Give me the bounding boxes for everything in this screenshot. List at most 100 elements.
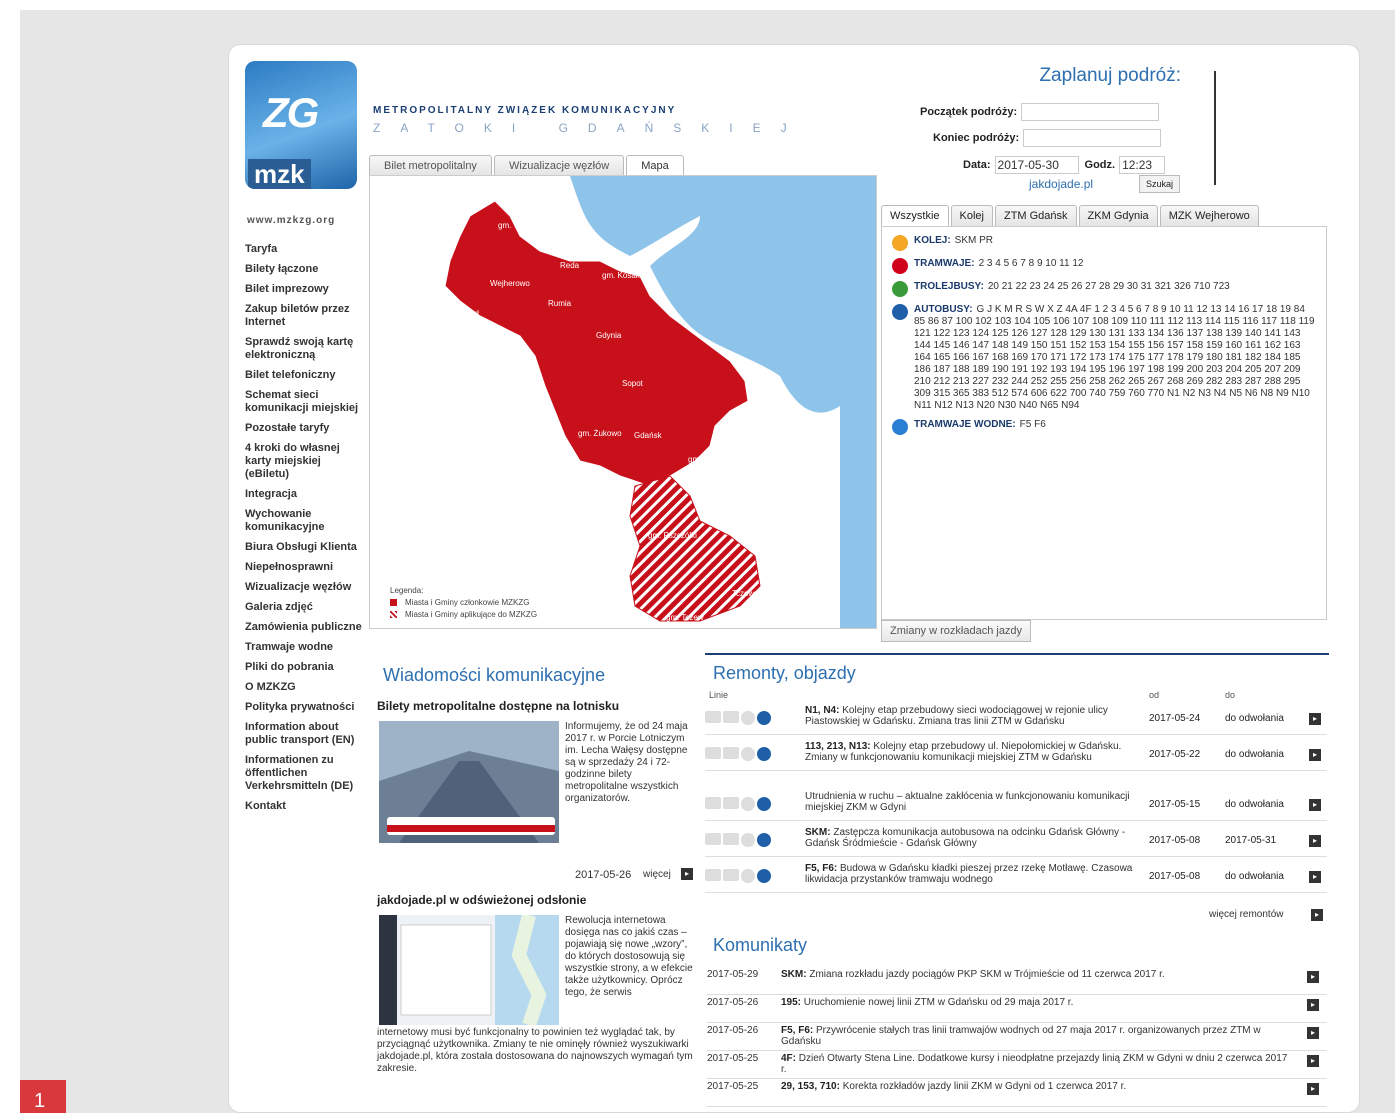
map-label[interactable]: gm. Pszczółki (648, 531, 697, 540)
nav-item[interactable]: Kontakt (245, 800, 365, 813)
nav-item[interactable]: Taryfa (245, 243, 365, 256)
nav-item[interactable]: Polityka prywatności (245, 701, 365, 714)
jakdojade-screenshot[interactable] (379, 913, 559, 1028)
tab-bilet-metropolitalny[interactable]: Bilet metropolitalny (369, 155, 492, 176)
tab-mapa[interactable]: Mapa (626, 155, 684, 176)
komunikat-arrow-icon[interactable]: ▸ (1307, 999, 1319, 1011)
map-label[interactable]: gm. Kosakowo (602, 271, 655, 280)
map-label[interactable]: Wejherowo (490, 279, 530, 288)
nav-item[interactable]: Information about public transport (EN) (245, 721, 365, 747)
jakdojade-logo[interactable]: jakdojade.pl (1029, 177, 1093, 191)
nav-item[interactable]: Biura Obsługi Klienta (245, 541, 365, 554)
komunikat-row[interactable]: 2017-05-29 SKM: Zmiana rozkładu jazdy poc… (707, 967, 1327, 995)
nav-item[interactable]: Bilet imprezowy (245, 283, 365, 296)
map-label[interactable]: gm. Szemud (434, 309, 479, 318)
airport-photo[interactable] (379, 721, 559, 843)
remonty-arrow-icon[interactable]: ▸ (1309, 713, 1321, 725)
map-label[interactable]: gm. Kolbudy (580, 505, 624, 514)
nav-item[interactable]: Pozostałe taryfy (245, 422, 365, 435)
nav-item[interactable]: Zamówienia publiczne (245, 621, 365, 634)
map-label[interactable]: gm. Tczew (666, 613, 704, 622)
line-group-name[interactable]: AUTOBUSY: (914, 304, 973, 315)
remonty-lines[interactable]: N1, N4: (805, 705, 839, 716)
date-input[interactable] (994, 156, 1079, 174)
nav-item[interactable]: Zakup biletów przez Internet (245, 303, 365, 329)
komunikat-text[interactable]: Uruchomienie nowej linii ZTM w Gdańsku o… (804, 997, 1074, 1008)
nav-item[interactable]: O MZKZG (245, 681, 365, 694)
region-map[interactable]: gm. Wejherowo Reda Wejherowo gm. Kosakowo gm… (369, 175, 877, 629)
line-group-numbers[interactable]: 2 3 4 5 6 7 8 9 10 11 12 (979, 258, 1084, 269)
schedule-changes-button[interactable]: Zmiany w rozkładach jazdy (881, 620, 1032, 642)
news-more-arrow-icon[interactable]: ▸ (681, 868, 693, 880)
more-remonty-arrow-icon[interactable]: ▸ (1311, 909, 1323, 921)
nav-item[interactable]: 4 kroki do własnej karty miejskiej (eBil… (245, 442, 365, 481)
komunikat-text[interactable]: Korekta rozkładów jazdy linii ZKM w Gdyn… (843, 1081, 1126, 1092)
remonty-arrow-icon[interactable]: ▸ (1309, 749, 1321, 761)
start-input[interactable] (1021, 103, 1160, 121)
nav-item[interactable]: Schemat sieci komunikacji miejskiej (245, 389, 365, 415)
komunikat-text[interactable]: Dzień Otwarty Stena Line. Dodatkowe kurs… (781, 1053, 1287, 1075)
remonty-arrow-icon[interactable]: ▸ (1309, 799, 1321, 811)
line-group-numbers[interactable]: SKM PR (955, 235, 993, 246)
tab-wizualizacje-wezlow[interactable]: Wizualizacje węzłów (493, 155, 625, 176)
remonty-lines[interactable]: F5, F6: (805, 863, 837, 874)
remonty-lines[interactable]: SKM: (805, 827, 831, 838)
map-label[interactable]: gm. Szemud (464, 337, 509, 346)
nav-item[interactable]: Integracja (245, 488, 365, 501)
line-group-numbers[interactable]: 20 21 22 23 24 25 26 27 28 29 30 31 321 … (988, 281, 1230, 292)
komunikat-row[interactable]: 2017-05-25 29, 153, 710: Korekta rozkładó… (707, 1079, 1327, 1107)
tab-kolej[interactable]: Kolej (950, 205, 993, 226)
map-label[interactable]: Pruszcz Gdański (692, 487, 752, 496)
remonty-row[interactable]: SKM: Zastępcza komunikacja autobusowa na… (705, 825, 1327, 857)
news-headline-2[interactable]: jakdojade.pl w odświeżonej odsłonie (377, 893, 586, 907)
nav-item[interactable]: Galeria zdjęć (245, 601, 365, 614)
nav-item[interactable]: Bilet telefoniczny (245, 369, 365, 382)
line-group-numbers[interactable]: F5 F6 (1020, 419, 1046, 430)
map-label[interactable]: gm. Pruszcz Gdański (688, 455, 764, 464)
tab-wszystkie[interactable]: Wszystkie (881, 205, 949, 226)
map-label[interactable]: Rumia (548, 299, 572, 308)
time-input[interactable] (1119, 156, 1166, 174)
map-label[interactable]: Reda (560, 261, 580, 270)
tab-mzk-wejherowo[interactable]: MZK Wejherowo (1159, 205, 1259, 226)
map-label[interactable]: Tczew (732, 589, 754, 598)
map-label[interactable]: gm. Żukowo (578, 429, 622, 438)
tab-zkm-gdynia[interactable]: ZKM Gdynia (1078, 205, 1158, 226)
line-group-name[interactable]: TRAMWAJE WODNE: (914, 419, 1016, 430)
line-group-name[interactable]: TRAMWAJE: (914, 258, 975, 269)
komunikat-arrow-icon[interactable]: ▸ (1307, 971, 1319, 983)
komunikat-arrow-icon[interactable]: ▸ (1307, 1055, 1319, 1067)
komunikat-arrow-icon[interactable]: ▸ (1307, 1083, 1319, 1095)
remonty-row[interactable]: 113, 213, N13: Kolejny etap przebudowy u… (705, 739, 1327, 771)
komunikat-arrow-icon[interactable]: ▸ (1307, 1027, 1319, 1039)
search-button[interactable]: Szukaj (1139, 175, 1181, 193)
mzkzg-logo[interactable]: ZG mzk (245, 61, 357, 189)
nav-item[interactable]: Sprawdź swoją kartę elektroniczną (245, 336, 365, 362)
nav-item[interactable]: Wizualizacje węzłów (245, 581, 365, 594)
map-label[interactable]: Gdańsk (634, 431, 663, 440)
komunikat-row[interactable]: 2017-05-25 4F: Dzień Otwarty Stena Line. … (707, 1051, 1327, 1079)
map-label[interactable]: gm. Wejherowo (498, 221, 554, 230)
remonty-lines[interactable]: 113, 213, N13: (805, 741, 871, 752)
remonty-row[interactable]: F5, F6: Budowa w Gdańsku kładki pieszej … (705, 861, 1327, 893)
remonty-row[interactable]: Utrudnienia w ruchu – aktualne zakłóceni… (705, 789, 1327, 821)
komunikat-row[interactable]: 2017-05-26 195: Uruchomienie nowej linii … (707, 995, 1327, 1023)
komunikat-text[interactable]: Przywrócenie stałych tras linii tramwajó… (781, 1025, 1261, 1047)
news-headline-1[interactable]: Bilety metropolitalne dostępne na lotnis… (377, 699, 619, 713)
nav-item[interactable]: Niepełnosprawni (245, 561, 365, 574)
nav-item[interactable]: Tramwaje wodne (245, 641, 365, 654)
nav-item[interactable]: Bilety łączone (245, 263, 365, 276)
nav-item[interactable]: Informationen zu öffentlichen Verkehrsmi… (245, 754, 365, 793)
remonty-arrow-icon[interactable]: ▸ (1309, 871, 1321, 883)
news-more-1[interactable]: więcej (643, 869, 671, 880)
line-group-name[interactable]: TROLEJBUSY: (914, 281, 984, 292)
remonty-arrow-icon[interactable]: ▸ (1309, 835, 1321, 847)
tab-ztm-gdansk[interactable]: ZTM Gdańsk (994, 205, 1077, 226)
line-group-numbers[interactable]: G J K M R S W X Z 4A 4F 1 2 3 4 5 6 7 8 … (914, 304, 1315, 411)
komunikat-row[interactable]: 2017-05-26 F5, F6: Przywrócenie stałych t… (707, 1023, 1327, 1051)
more-remonty-link[interactable]: więcej remontów (1209, 909, 1283, 920)
map-label[interactable]: Gdynia (596, 331, 622, 340)
map-label[interactable]: Sopot (622, 379, 644, 388)
line-group-name[interactable]: KOLEJ: (914, 235, 951, 246)
nav-item[interactable]: Pliki do pobrania (245, 661, 365, 674)
